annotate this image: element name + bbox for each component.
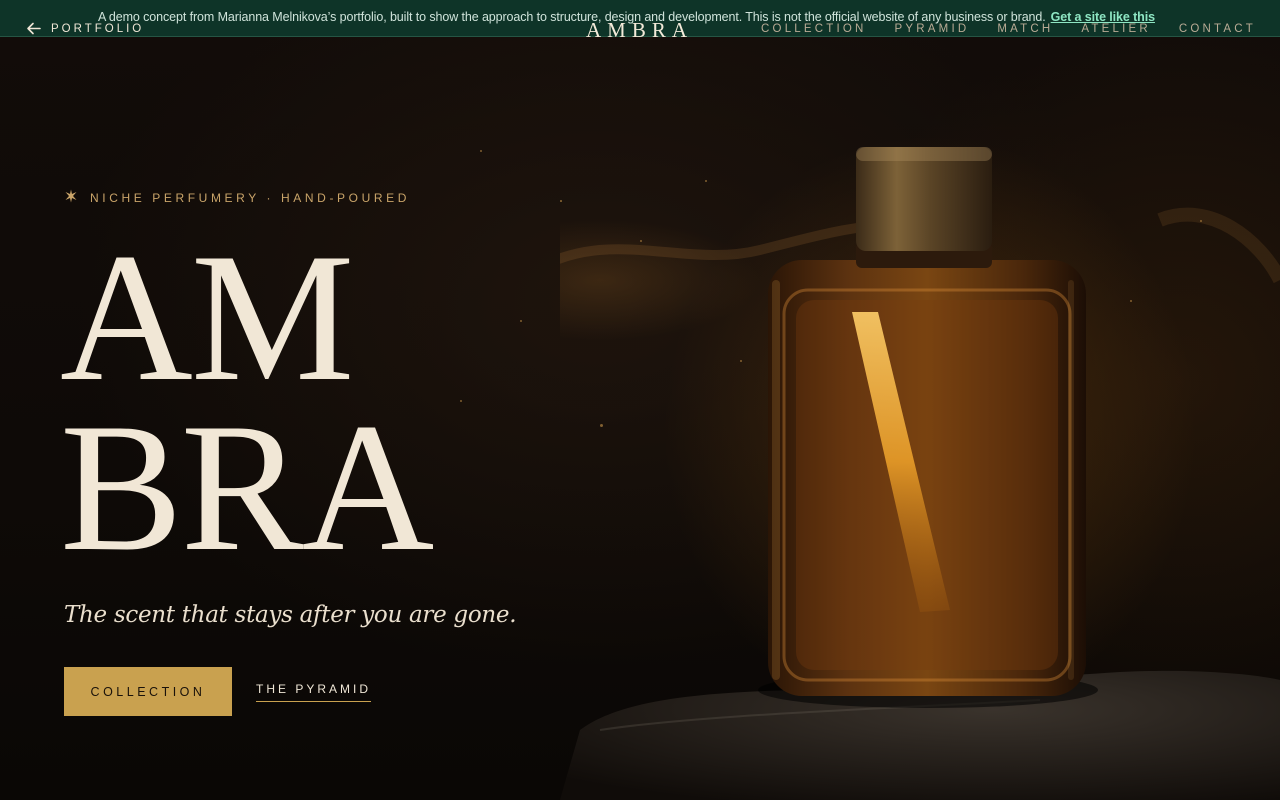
nav-item-collection[interactable]: COLLECTION	[761, 23, 867, 35]
hero-title-line-2: BRA	[60, 385, 434, 589]
hero-title-line-1: AM	[60, 215, 354, 419]
main-nav: COLLECTION PYRAMID MATCH ATELIER CONTACT	[761, 23, 1256, 35]
hero-eyebrow: NICHE PERFUMERY · HAND-POURED	[64, 189, 410, 206]
site-header: PORTFOLIO AMBRA COLLECTION PYRAMID MATCH…	[0, 18, 1280, 42]
collection-button[interactable]: COLLECTION	[64, 667, 232, 716]
eyebrow-text: NICHE PERFUMERY · HAND-POURED	[90, 190, 410, 205]
hero-tagline: The scent that stays after you are gone.	[64, 602, 517, 628]
nav-item-pyramid[interactable]: PYRAMID	[895, 23, 970, 35]
portfolio-label: PORTFOLIO	[51, 22, 145, 35]
arrow-left-icon	[26, 22, 41, 35]
nav-item-match[interactable]: MATCH	[997, 23, 1053, 35]
hero-title: AM BRA	[60, 215, 434, 589]
pyramid-link[interactable]: THE PYRAMID	[256, 682, 372, 702]
sparkle-icon	[64, 189, 78, 206]
site-logo[interactable]: AMBRA	[586, 18, 693, 43]
nav-item-atelier[interactable]: ATELIER	[1081, 23, 1150, 35]
portfolio-back-link[interactable]: PORTFOLIO	[26, 22, 144, 35]
nav-item-contact[interactable]: CONTACT	[1179, 23, 1256, 35]
perfume-bottle-image	[560, 147, 1280, 800]
